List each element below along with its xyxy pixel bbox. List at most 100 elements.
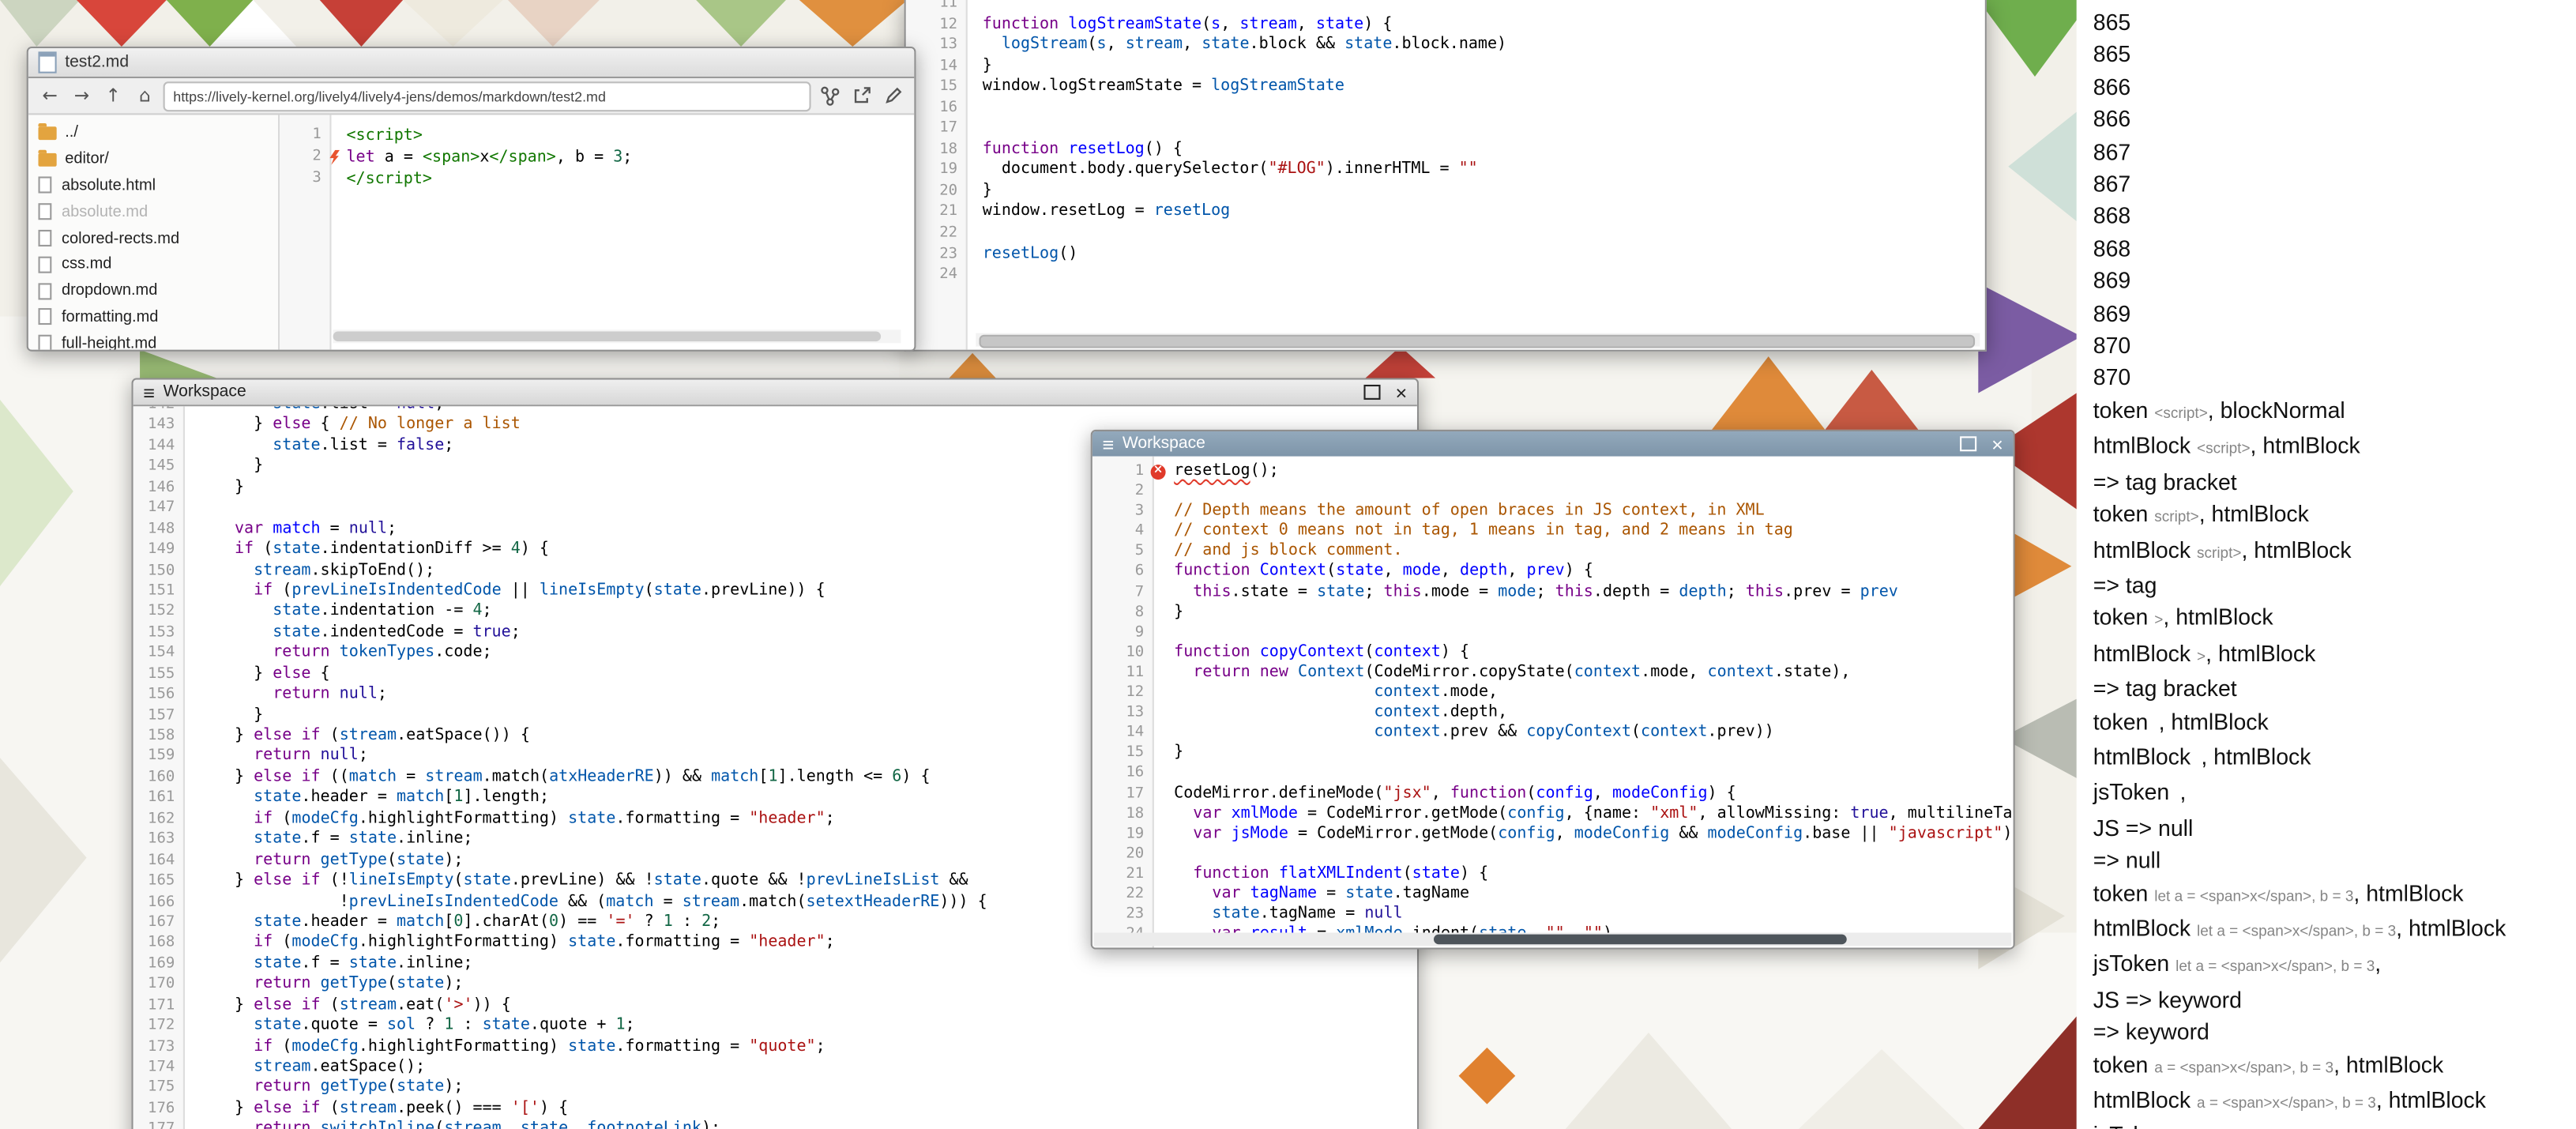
maximize-button[interactable] [1363,385,1380,400]
file-item[interactable]: editor/ [28,146,278,172]
log-token-text: 870 [2093,366,2130,391]
code-line[interactable]: 5// and js block comment. [1092,542,2014,562]
code-line[interactable]: 13 logStream(s, stream, state.block && s… [906,35,1985,55]
code-line[interactable]: 19 document.body.querySelector("#LOG").i… [906,160,1985,181]
back-button[interactable]: ← [36,82,63,109]
code-line[interactable]: 11 [906,0,1985,14]
code-text: </script> [346,168,432,190]
horizontal-scrollbar[interactable] [1094,932,2012,946]
code-line[interactable]: 4// context 0 means not in tag, 1 means … [1092,521,2014,541]
code-line[interactable]: 176 } else if (stream.peek() === '[') { [134,1099,1417,1120]
code-line[interactable]: 18 var xmlMode = CodeMirror.getMode(conf… [1092,803,2014,823]
window-titlebar[interactable]: ≡ Workspace × [1092,431,2014,458]
scrollbar-thumb[interactable] [1434,935,1847,945]
code-line[interactable]: 17 [906,119,1985,139]
code-token: '>' [444,995,472,1014]
code-line[interactable]: 3</script> [280,168,914,190]
code-line[interactable]: 17CodeMirror.defineMode("jsx", function(… [1092,784,2014,803]
scrollbar-thumb[interactable] [333,331,882,341]
code-line[interactable]: 169 state.f = state.inline; [134,954,1417,974]
code-token: context [1374,683,1440,701]
code-line[interactable]: 21 function flatXMLIndent(state) { [1092,864,2014,884]
code-line[interactable]: 177 return switchInline(stream, state, f… [134,1120,1417,1129]
code-line[interactable]: 172 state.quote = sol ? 1 : state.quote … [134,1016,1417,1037]
code-line[interactable]: 23resetLog() [906,244,1985,265]
window-titlebar[interactable]: test2.md [28,48,914,78]
code-line[interactable]: 15window.logStreamState = logStreamState [906,77,1985,97]
forward-button[interactable]: → [68,82,95,109]
log-token-code: let a = <span>x</span>, b = 3 [2175,958,2375,975]
file-item[interactable]: formatting.md [28,304,278,330]
up-button[interactable]: ↑ [100,82,126,109]
horizontal-scrollbar[interactable] [333,329,901,343]
code-editor[interactable]: 1resetLog();23// Depth means the amount … [1092,457,2014,948]
code-token: ; [816,1037,825,1055]
scrollbar-thumb[interactable] [980,335,1976,348]
code-line[interactable]: 1resetLog(); [1092,461,2014,481]
code-line[interactable]: 20 [1092,844,2014,864]
home-button[interactable]: ⌂ [132,82,159,109]
code-line[interactable]: 171 } else if (stream.eat('>')) { [134,995,1417,1016]
code-editor[interactable]: 1112function logStreamState(s, stream, s… [906,0,1985,350]
code-line[interactable]: 2 [1092,481,2014,501]
code-line[interactable]: 14 context.prev && copyContext(context.p… [1092,723,2014,743]
code-token: .base || [1803,824,1889,842]
code-line[interactable]: 170 return getType(state); [134,975,1417,995]
code-line[interactable]: 20} [906,182,1985,202]
code-line[interactable]: 173 if (modeCfg.highlightFormatting) sta… [134,1037,1417,1057]
code-token: , [502,1120,521,1129]
code-line[interactable]: 7 this.state = state; this.mode = mode; … [1092,582,2014,602]
code-line[interactable]: 16 [906,98,1985,119]
code-line[interactable]: 16 [1092,763,2014,783]
code-line[interactable]: 175 return getType(state); [134,1078,1417,1099]
code-line[interactable]: 14} [906,56,1985,77]
line-number: 159 [134,747,175,767]
code-line[interactable]: 23 state.tagName = null [1092,905,2014,924]
log-line: => tag bracket [2093,673,2576,706]
graph-icon[interactable] [816,82,843,109]
code-token: stream [340,995,397,1014]
code-line[interactable]: 142 state.list = null; [134,406,1417,415]
file-item[interactable]: dropdown.md [28,278,278,304]
code-line[interactable]: 174 stream.eatSpace(); [134,1058,1417,1078]
file-item[interactable]: full-height.md [28,330,278,350]
code-line[interactable]: 13 context.depth, [1092,703,2014,723]
code-token: state [254,913,301,931]
menu-icon[interactable]: ≡ [1102,434,1114,453]
code-text: if (modeCfg.highlightFormatting) state.f… [197,1037,825,1057]
horizontal-scrollbar[interactable] [976,333,1980,347]
code-text: } else if (!lineIsEmpty(state.prevLine) … [197,871,968,892]
code-line[interactable]: 11 return new Context(CodeMirror.copySta… [1092,663,2014,683]
file-item[interactable]: css.md [28,251,278,277]
code-line[interactable]: 9 [1092,623,2014,642]
code-line[interactable]: 2let a = <span>x</span>, b = 3; [280,147,914,168]
window-titlebar[interactable]: ≡ Workspace × [134,380,1417,407]
code-editor[interactable]: 1<script>2let a = <span>x</span>, b = 3;… [280,115,914,349]
file-item[interactable]: colored-rects.md [28,225,278,251]
code-line[interactable]: 24 [906,265,1985,285]
file-item[interactable]: absolute.md [28,199,278,225]
close-button[interactable]: × [1991,434,2003,453]
code-line[interactable]: 12function logStreamState(s, stream, sta… [906,14,1985,35]
code-line[interactable]: 15} [1092,743,2014,763]
code-line[interactable]: 21window.resetLog = resetLog [906,202,1985,223]
external-link-icon[interactable] [848,82,874,109]
code-line[interactable]: 10function copyContext(context) { [1092,642,2014,662]
code-line[interactable]: 6function Context(state, mode, depth, pr… [1092,562,2014,581]
code-line[interactable]: 22 [906,224,1985,244]
file-item[interactable]: absolute.html [28,172,278,198]
code-line[interactable]: 19 var jsMode = CodeMirror.getMode(confi… [1092,824,2014,844]
code-line[interactable]: 1<script> [280,125,914,146]
file-item[interactable]: ../ [28,120,278,146]
code-line[interactable]: 22 var tagName = state.tagName [1092,884,2014,904]
log-lines: 865865866866867867868868869869870870toke… [2093,6,2576,1129]
code-line[interactable]: 12 context.mode, [1092,683,2014,702]
code-line[interactable]: 3// Depth means the amount of open brace… [1092,502,2014,521]
menu-icon[interactable]: ≡ [143,382,155,402]
close-button[interactable]: × [1395,382,1407,402]
edit-icon[interactable] [879,82,906,109]
code-line[interactable]: 18function resetLog() { [906,140,1985,160]
code-line[interactable]: 8} [1092,602,2014,622]
url-input[interactable] [164,81,811,111]
maximize-button[interactable] [1960,436,1976,451]
